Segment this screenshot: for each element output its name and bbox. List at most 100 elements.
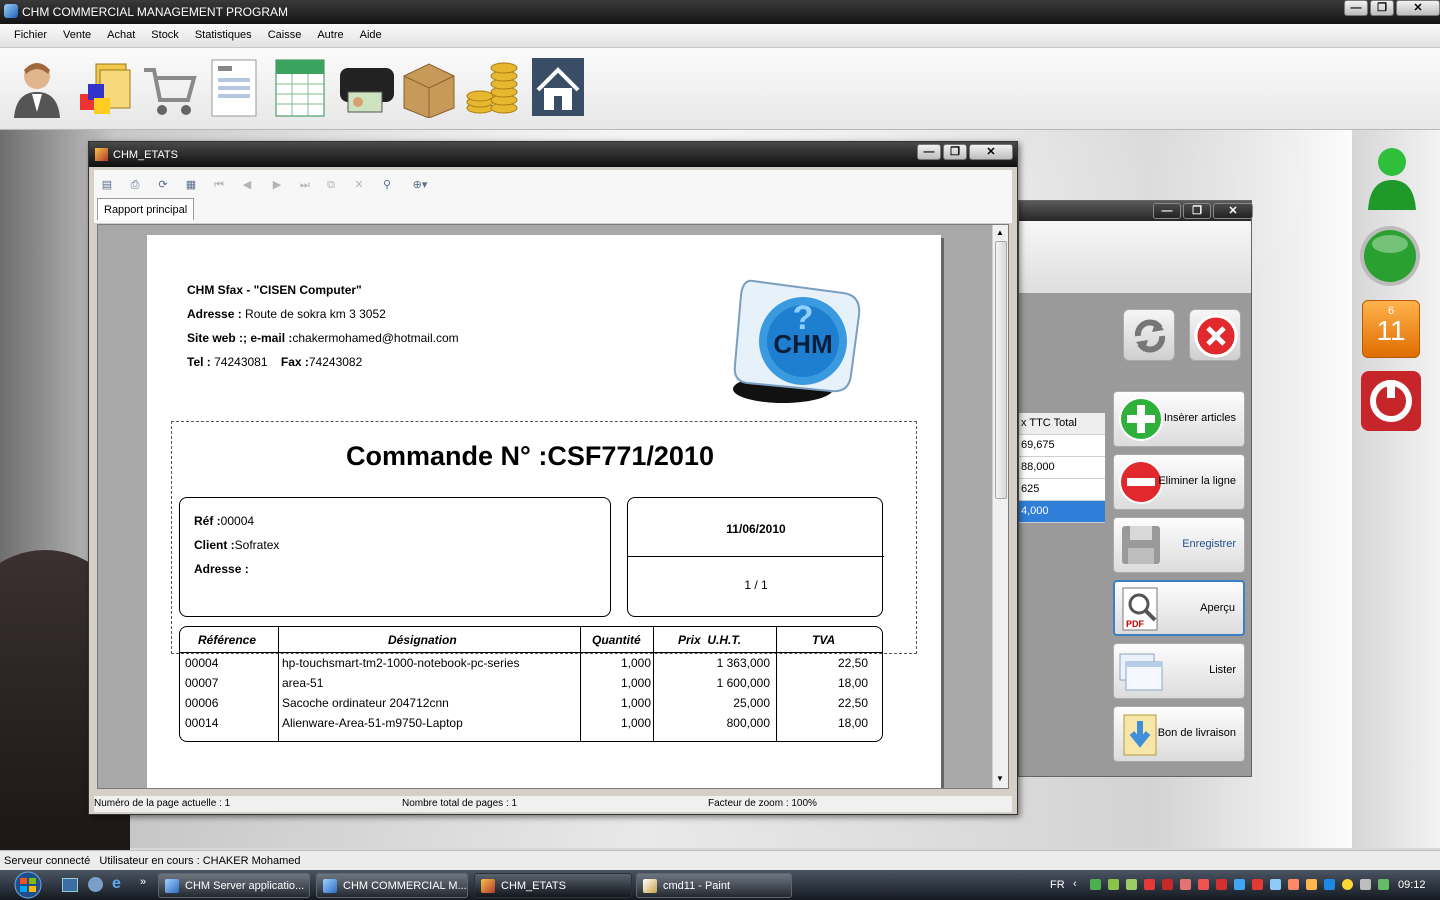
wallet-icon[interactable]: [338, 56, 396, 118]
app-icon: [4, 4, 18, 18]
more-icon[interactable]: »: [140, 876, 146, 888]
menu-statistiques[interactable]: Statistiques: [187, 24, 260, 47]
export-icon[interactable]: ▤: [100, 178, 114, 192]
scroll-thumb[interactable]: [995, 241, 1007, 499]
preview-button[interactable]: PDF Aperçu: [1113, 580, 1245, 636]
scroll-down-arrow-icon[interactable]: ▼: [996, 774, 1004, 783]
invoice-icon[interactable]: [206, 56, 264, 118]
stop-icon[interactable]: ✕: [352, 178, 366, 192]
signal-icon[interactable]: [1126, 879, 1137, 890]
paint-icon: [643, 879, 657, 893]
smiley-icon[interactable]: [1342, 879, 1353, 890]
current-page-status: Numéro de la page actuelle : 1: [94, 798, 231, 809]
tray-icon[interactable]: [1144, 879, 1155, 890]
order-window-minimize-button[interactable]: —: [1153, 203, 1181, 219]
grid-cell[interactable]: 625: [1019, 479, 1105, 501]
group-tree-icon[interactable]: ▦: [184, 178, 198, 192]
tray-icon[interactable]: [1234, 879, 1245, 890]
menu-autre[interactable]: Autre: [309, 24, 351, 47]
goto-page-icon[interactable]: ⧉: [324, 178, 338, 192]
menu-aide[interactable]: Aide: [352, 24, 390, 47]
minimize-button[interactable]: —: [1344, 0, 1368, 16]
tray-icon[interactable]: [1198, 879, 1209, 890]
zoom-icon[interactable]: ⊕▾: [408, 178, 432, 192]
taskbar-item[interactable]: CHM COMMERCIAL M...: [316, 873, 468, 898]
report-minimize-button[interactable]: —: [917, 144, 941, 160]
report-restore-button[interactable]: ❐: [943, 144, 967, 160]
show-desktop-icon[interactable]: [62, 878, 78, 892]
spreadsheet-icon[interactable]: [272, 56, 330, 118]
cell-quantity: 1,000: [620, 696, 651, 710]
tray-expand-icon[interactable]: ‹: [1073, 878, 1077, 890]
grid-cell-selected[interactable]: 4,000: [1019, 501, 1105, 523]
report-close-button[interactable]: ✕: [969, 144, 1013, 160]
tray-icon[interactable]: [1306, 879, 1317, 890]
volume-icon[interactable]: [1360, 879, 1371, 890]
column-divider: [776, 627, 777, 741]
tab-main-report[interactable]: Rapport principal: [97, 198, 195, 220]
pdf-preview-icon: PDF: [1122, 587, 1158, 631]
report-vertical-scrollbar[interactable]: ▲ ▼: [992, 225, 1008, 788]
minus-icon: [1119, 460, 1163, 504]
last-page-icon[interactable]: ⏭: [298, 178, 312, 192]
grid-cell[interactable]: 69,675: [1019, 435, 1105, 457]
tray-icon[interactable]: [1090, 879, 1101, 890]
connection-status-icon[interactable]: [1358, 224, 1422, 288]
next-page-icon[interactable]: ▶: [270, 178, 284, 192]
home-icon[interactable]: [530, 56, 588, 118]
tray-icon[interactable]: [1288, 879, 1299, 890]
cancel-icon[interactable]: [1189, 309, 1241, 361]
tray-icon[interactable]: [1108, 879, 1119, 890]
coins-icon[interactable]: [464, 56, 522, 118]
quicklaunch-icon[interactable]: [88, 877, 103, 892]
taskbar-item[interactable]: CHM Server applicatio...: [158, 873, 310, 898]
insert-articles-button[interactable]: Insèrer articles: [1113, 391, 1245, 447]
delete-line-button[interactable]: Eliminer la ligne: [1113, 454, 1245, 510]
column-divider: [278, 627, 279, 741]
order-entry-window: — ❐ ✕ x TTC Total 69,675 88,000 625 4,00…: [1018, 200, 1253, 777]
find-icon[interactable]: ⚲: [380, 178, 394, 192]
order-window-restore-button[interactable]: ❐: [1183, 203, 1211, 219]
print-icon[interactable]: ⎙: [128, 178, 142, 192]
order-window-close-button[interactable]: ✕: [1213, 203, 1253, 219]
start-button[interactable]: [6, 871, 50, 899]
cart-icon[interactable]: [140, 56, 198, 118]
network-icon[interactable]: [1378, 879, 1389, 890]
tray-icon[interactable]: [1216, 879, 1227, 890]
bluetooth-icon[interactable]: [1324, 879, 1335, 890]
client-box: Réf :00004 Client :Sofratex Adresse :: [179, 497, 611, 617]
close-button[interactable]: ✕: [1396, 0, 1440, 16]
delivery-note-button[interactable]: Bon de livraison: [1113, 706, 1245, 762]
scroll-up-arrow-icon[interactable]: ▲: [996, 228, 1004, 237]
refresh-icon[interactable]: [1123, 309, 1175, 361]
grid-cell[interactable]: 88,000: [1019, 457, 1105, 479]
refresh-report-icon[interactable]: ⟳: [156, 178, 170, 192]
menu-fichier[interactable]: Fichier: [6, 24, 55, 47]
clock[interactable]: 09:12: [1398, 879, 1426, 891]
taskbar-item-active[interactable]: CHM_ETATS: [474, 873, 632, 898]
first-page-icon[interactable]: ⏮: [212, 178, 226, 192]
windows-list-icon: [1119, 653, 1163, 691]
browser-icon[interactable]: e: [112, 875, 121, 893]
calendar-widget[interactable]: 6 11: [1362, 300, 1420, 358]
products-icon[interactable]: [74, 56, 132, 118]
previous-page-icon[interactable]: ◀: [240, 178, 254, 192]
list-button[interactable]: Lister: [1113, 643, 1245, 699]
restore-button[interactable]: ❐: [1370, 0, 1394, 16]
tray-icon[interactable]: [1252, 879, 1263, 890]
tray-icon[interactable]: [1162, 879, 1173, 890]
menu-achat[interactable]: Achat: [99, 24, 143, 47]
power-icon[interactable]: [1360, 370, 1422, 432]
box-icon[interactable]: [400, 56, 458, 119]
save-button[interactable]: Enregistrer: [1113, 517, 1245, 573]
tray-icon[interactable]: [1270, 879, 1281, 890]
language-indicator[interactable]: FR: [1050, 879, 1065, 891]
right-panel: 6 11: [1352, 130, 1440, 848]
menu-stock[interactable]: Stock: [143, 24, 187, 47]
user-icon[interactable]: [8, 56, 66, 118]
menu-caisse[interactable]: Caisse: [260, 24, 310, 47]
user-status-icon[interactable]: [1364, 142, 1420, 212]
taskbar-item[interactable]: cmd11 - Paint: [636, 873, 792, 898]
menu-vente[interactable]: Vente: [55, 24, 99, 47]
tray-icon[interactable]: [1180, 879, 1191, 890]
